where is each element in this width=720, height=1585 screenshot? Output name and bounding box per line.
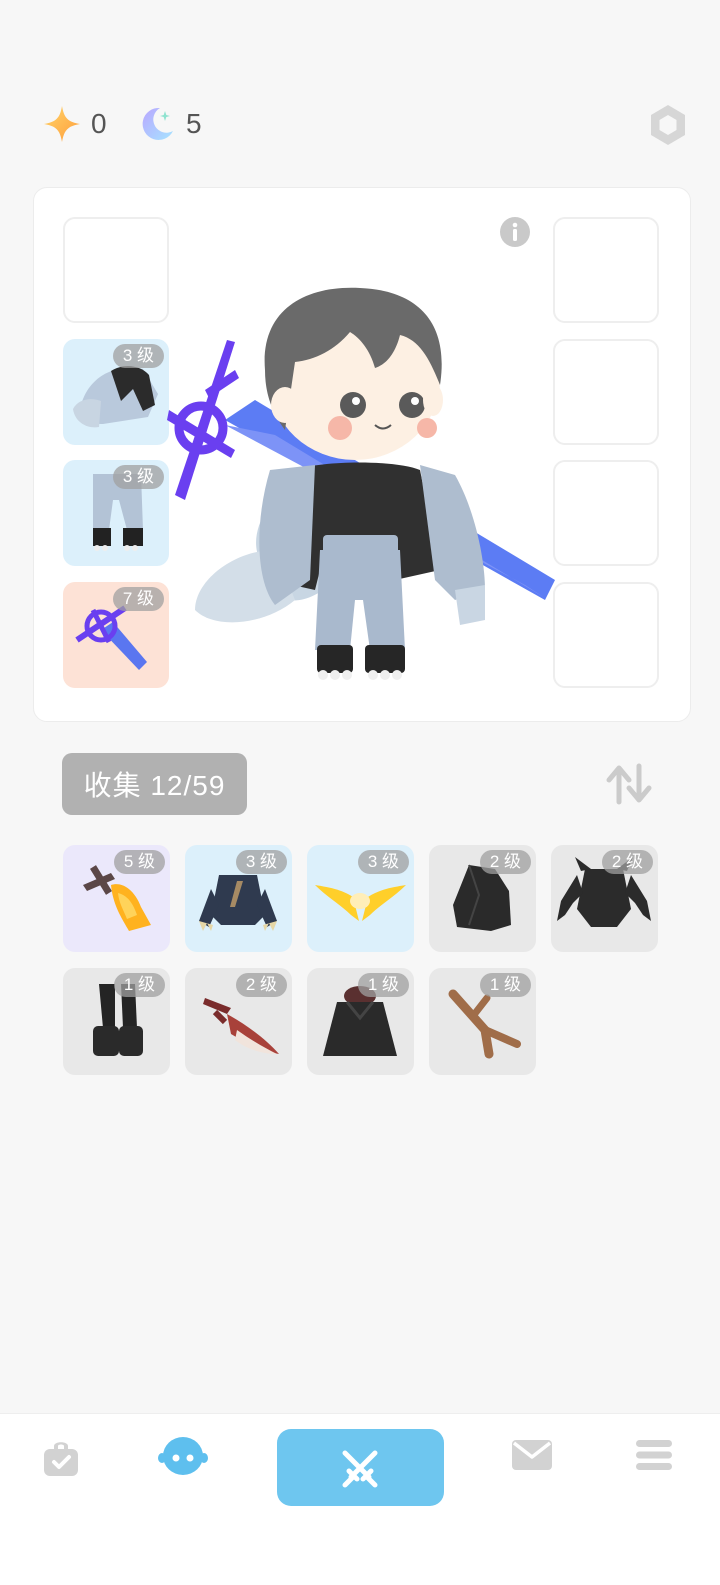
battle-button[interactable] bbox=[277, 1429, 444, 1506]
level-badge: 5 级 bbox=[113, 850, 165, 874]
level-badge: 2 级 bbox=[601, 850, 653, 874]
collection-item-golden-wings[interactable]: 3 级 bbox=[307, 845, 414, 952]
equip-slot-right-2[interactable] bbox=[553, 339, 659, 445]
equip-slot-weapon[interactable]: 7 级 bbox=[63, 582, 169, 688]
collection-item-spiked-armor[interactable]: 2 级 bbox=[551, 845, 658, 952]
menu-icon[interactable] bbox=[634, 1438, 674, 1472]
character-icon[interactable] bbox=[158, 1434, 208, 1478]
collection-button[interactable]: 收集 12/59 bbox=[62, 753, 247, 815]
moon-star-icon bbox=[142, 107, 173, 140]
equip-slot-right-1[interactable] bbox=[553, 217, 659, 323]
collection-item-dark-armor[interactable]: 3 级 bbox=[185, 845, 292, 952]
star-icon bbox=[44, 106, 80, 142]
bag-icon[interactable] bbox=[41, 1438, 81, 1478]
equip-slot-right-4[interactable] bbox=[553, 582, 659, 688]
bottom-nav bbox=[0, 1413, 720, 1585]
equip-slot-left-1[interactable] bbox=[63, 217, 169, 323]
battle-swords-icon bbox=[342, 1450, 378, 1488]
level-badge: 3 级 bbox=[112, 465, 164, 489]
collection-item-black-boots[interactable]: 1 级 bbox=[63, 968, 170, 1075]
level-badge: 2 级 bbox=[479, 850, 531, 874]
star-count: 0 bbox=[91, 108, 107, 139]
collection-item-wooden-branch[interactable]: 1 级 bbox=[429, 968, 536, 1075]
equip-slot-leggings[interactable]: 3 级 bbox=[63, 460, 169, 566]
star-currency[interactable]: 0 bbox=[43, 105, 107, 143]
level-badge: 1 级 bbox=[357, 973, 409, 997]
equip-slot-cape[interactable]: 3 级 bbox=[63, 339, 169, 445]
settings-hex-icon[interactable] bbox=[648, 103, 688, 147]
character-preview[interactable] bbox=[165, 280, 555, 690]
equip-slot-right-3[interactable] bbox=[553, 460, 659, 566]
level-badge: 3 级 bbox=[357, 850, 409, 874]
moon-count: 5 bbox=[186, 108, 202, 139]
level-badge: 2 级 bbox=[235, 973, 287, 997]
level-badge: 3 级 bbox=[112, 344, 164, 368]
sort-arrows-icon[interactable] bbox=[605, 762, 653, 806]
mail-icon[interactable] bbox=[511, 1438, 553, 1472]
collection-item-fire-sword[interactable]: 5 级 bbox=[63, 845, 170, 952]
collection-item-black-hood[interactable]: 2 级 bbox=[429, 845, 536, 952]
level-badge: 1 级 bbox=[113, 973, 165, 997]
level-badge: 1 级 bbox=[479, 973, 531, 997]
level-badge: 3 级 bbox=[235, 850, 287, 874]
info-icon[interactable] bbox=[499, 216, 531, 248]
level-badge: 7 级 bbox=[112, 587, 164, 611]
moon-currency[interactable]: 5 bbox=[138, 105, 202, 143]
collection-item-red-blade[interactable]: 2 级 bbox=[185, 968, 292, 1075]
collection-item-black-robe[interactable]: 1 级 bbox=[307, 968, 414, 1075]
